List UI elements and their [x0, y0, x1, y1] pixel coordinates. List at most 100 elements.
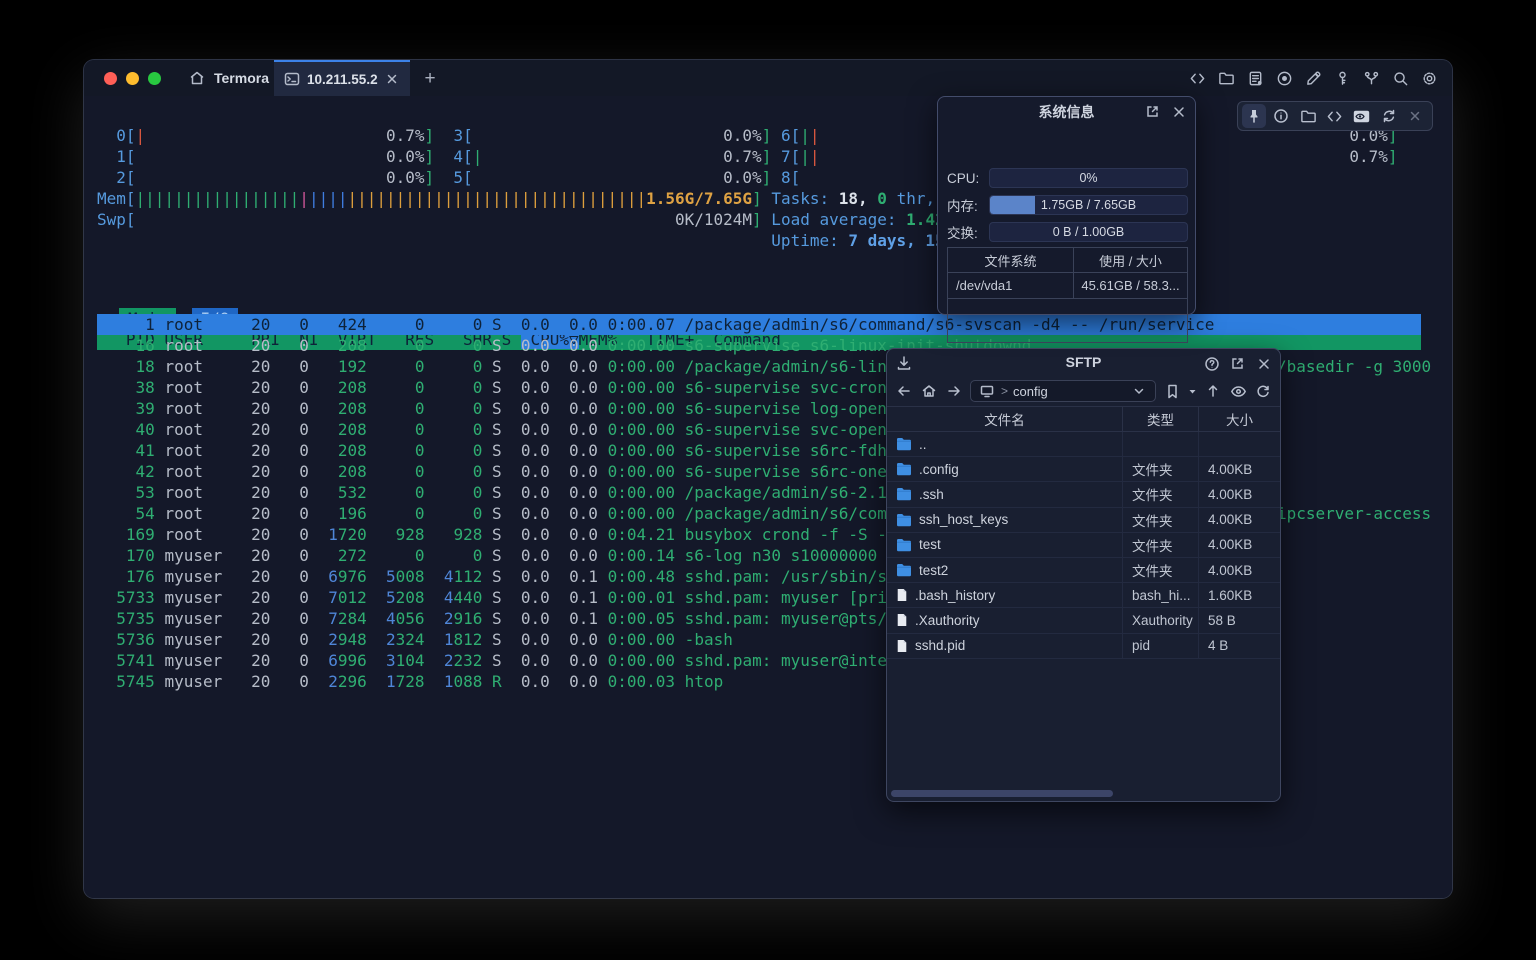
file-name: .. — [919, 437, 927, 452]
file-name-cell: .bash_history — [887, 583, 1123, 607]
popout-icon[interactable] — [1229, 355, 1246, 372]
folder-icon[interactable] — [1217, 69, 1235, 87]
htop-meter-line: 1[ 0.0%] 4[| 0.7%] 7[|| 0.7%] — [97, 146, 1398, 167]
file-row[interactable]: .config文件夹4.00KB — [887, 457, 1280, 482]
search-icon[interactable] — [1391, 69, 1409, 87]
close-sysinfo-icon[interactable] — [1170, 103, 1187, 120]
close-traffic-light[interactable] — [104, 72, 117, 85]
file-row[interactable]: sshd.pidpid4 B — [887, 634, 1280, 659]
file-size: 4.00KB — [1199, 533, 1280, 557]
sftp-file-list: ...config文件夹4.00KB.ssh文件夹4.00KBssh_host_… — [887, 432, 1280, 659]
process-row[interactable]: 5735 myuser 20 0 7284 4056 2916 S 0.0 0.… — [97, 608, 897, 629]
zoom-traffic-light[interactable] — [148, 72, 161, 85]
file-type: 文件夹 — [1123, 508, 1199, 532]
file-name-cell: test — [887, 533, 1123, 557]
forward-icon[interactable] — [945, 382, 963, 400]
process-row[interactable]: 18 root 20 0 192 0 0 S 0.0 0.0 0:00.00 /… — [97, 356, 964, 377]
process-row[interactable]: 5745 myuser 20 0 2296 1728 1088 R 0.0 0.… — [97, 671, 723, 692]
process-row[interactable]: 54 root 20 0 196 0 0 S 0.0 0.0 0:00.00 /… — [97, 503, 964, 524]
minimize-traffic-light[interactable] — [126, 72, 139, 85]
file-name: test — [919, 537, 941, 552]
info-icon[interactable] — [1269, 104, 1293, 128]
file-row[interactable]: .XauthorityXauthority58 B — [887, 608, 1280, 633]
sftp-column-headers: 文件名 类型 大小 — [887, 406, 1280, 432]
process-row[interactable]: 1 root 20 0 424 0 0 S 0.0 0.0 0:00.07 /p… — [97, 314, 1421, 335]
htop-meter-line: Swp[ 0K/1024M] Load average: 1.42 1 — [97, 209, 964, 230]
file-row[interactable]: test2文件夹4.00KB — [887, 558, 1280, 583]
column-size[interactable]: 大小 — [1199, 407, 1280, 431]
file-row[interactable]: test 文件夹4.00KB — [887, 533, 1280, 558]
code-icon[interactable] — [1323, 104, 1347, 128]
popout-icon[interactable] — [1144, 103, 1161, 120]
file-row[interactable]: .. — [887, 432, 1280, 457]
key-icon[interactable] — [1333, 69, 1351, 87]
sync-icon[interactable] — [1377, 104, 1401, 128]
process-row[interactable]: 39 root 20 0 208 0 0 S 0.0 0.0 0:00.00 s… — [97, 398, 983, 419]
terminal-tab[interactable]: 10.211.55.2 — [274, 60, 410, 96]
sftp-window-buttons — [1203, 355, 1272, 372]
process-row[interactable]: 41 root 20 0 208 0 0 S 0.0 0.0 0:00.00 s… — [97, 440, 935, 461]
edit-icon[interactable] — [1304, 69, 1322, 87]
path-segment[interactable]: config — [1013, 384, 1048, 399]
meter-value: 0% — [990, 169, 1187, 187]
record-icon[interactable] — [1275, 69, 1293, 87]
fs-name: /dev/vda1 — [948, 273, 1074, 298]
process-row[interactable]: 176 myuser 20 0 6976 5008 4112 S 0.0 0.1… — [97, 566, 954, 587]
process-row[interactable]: 40 root 20 0 208 0 0 S 0.0 0.0 0:00.00 s… — [97, 419, 983, 440]
file-icon — [896, 613, 908, 627]
path-breadcrumb[interactable]: > config — [970, 380, 1156, 402]
new-tab-button[interactable]: + — [418, 67, 442, 91]
app-window: Termora 10.211.55.2 + 0[| 0.7%] 3[ — [84, 60, 1452, 898]
refresh-icon[interactable] — [1254, 382, 1272, 400]
bookmark-dropdown-icon[interactable] — [1188, 382, 1197, 400]
process-row[interactable]: 169 root 20 0 1720 928 928 S 0.0 0.0 0:0… — [97, 524, 916, 545]
column-type[interactable]: 类型 — [1123, 407, 1199, 431]
horizontal-scrollbar[interactable] — [891, 790, 1113, 797]
command-tail: /basedir -g 3000 — [1277, 356, 1431, 377]
close-sftp-icon[interactable] — [1255, 355, 1272, 372]
meter-value: 0 B / 1.00GB — [990, 223, 1187, 241]
meter-bar: 1.75GB / 7.65GB — [989, 195, 1188, 215]
pin-icon[interactable] — [1242, 104, 1266, 128]
code-icon[interactable] — [1188, 69, 1206, 87]
process-row[interactable]: 38 root 20 0 208 0 0 S 0.0 0.0 0:00.00 s… — [97, 377, 887, 398]
back-icon[interactable] — [895, 382, 913, 400]
file-row[interactable]: .bash_historybash_hi...1.60KB — [887, 583, 1280, 608]
folder-icon[interactable] — [1296, 104, 1320, 128]
help-icon[interactable] — [1203, 355, 1220, 372]
home-tab[interactable]: Termora — [172, 60, 285, 96]
file-type — [1123, 432, 1199, 456]
file-size: 4.00KB — [1199, 508, 1280, 532]
file-row[interactable]: .ssh文件夹4.00KB — [887, 482, 1280, 507]
upload-icon[interactable] — [1204, 382, 1222, 400]
process-row[interactable]: 5733 myuser 20 0 7012 5208 4440 S 0.0 0.… — [97, 587, 906, 608]
filesystem-row[interactable]: /dev/vda1 45.61GB / 58.3... — [948, 273, 1187, 299]
home-folder-icon[interactable] — [920, 382, 938, 400]
bookmark-icon[interactable] — [1163, 382, 1181, 400]
system-info-panel: 系统信息 CPU:0%内存:1.75GB / 7.65GB交换:0 B / 1.… — [937, 96, 1196, 315]
close-icon[interactable] — [1403, 104, 1427, 128]
show-hidden-eye-icon[interactable] — [1229, 382, 1247, 400]
file-type: 文件夹 — [1123, 533, 1199, 557]
file-icon — [896, 639, 908, 653]
file-type: Xauthority — [1123, 608, 1199, 632]
column-filename[interactable]: 文件名 — [887, 407, 1123, 431]
close-tab-icon[interactable] — [385, 70, 400, 88]
chevron-down-icon[interactable] — [1130, 382, 1148, 400]
process-row[interactable]: 42 root 20 0 208 0 0 S 0.0 0.0 0:00.00 s… — [97, 461, 964, 482]
meter-label: 交换: — [947, 222, 989, 242]
process-row[interactable]: 5736 myuser 20 0 2948 2324 1812 S 0.0 0.… — [97, 629, 733, 650]
file-size: 1.60KB — [1199, 583, 1280, 607]
process-row[interactable]: 5741 myuser 20 0 6996 3104 2232 S 0.0 0.… — [97, 650, 964, 671]
keymap-icon[interactable] — [1362, 69, 1380, 87]
file-name-cell: .ssh — [887, 482, 1123, 506]
process-row[interactable]: 170 myuser 20 0 272 0 0 S 0.0 0.0 0:00.1… — [97, 545, 964, 566]
file-row[interactable]: ssh_host_keys文件夹4.00KB — [887, 508, 1280, 533]
folder-icon — [896, 563, 912, 577]
settings-icon[interactable] — [1420, 69, 1438, 87]
command-tail: ipcserver-access — [1277, 503, 1431, 524]
nvidia-icon[interactable] — [1350, 104, 1374, 128]
htop-meter-line: Mem[||||||||||||||||||||||||||||||||||||… — [97, 188, 964, 209]
log-icon[interactable] — [1246, 69, 1264, 87]
file-size — [1199, 432, 1280, 456]
